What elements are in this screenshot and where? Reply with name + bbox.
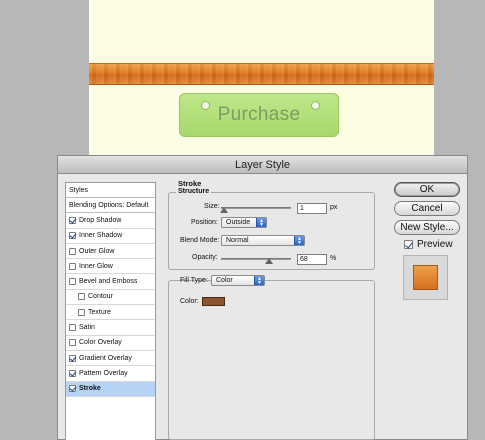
style-item-label: Bevel and Emboss [79,278,138,286]
fill-group [168,280,375,440]
opacity-input[interactable]: 68 [297,254,327,265]
style-item-checkbox[interactable] [69,247,76,255]
position-value: Outside [226,219,251,226]
size-slider[interactable] [221,207,291,209]
style-item-satin[interactable]: Satin [66,320,155,336]
size-label: Size: [204,203,220,210]
size-input[interactable]: 1 [297,203,327,214]
cancel-button[interactable]: Cancel [394,201,460,216]
preview-thumbnail [403,255,448,300]
styles-panel: Styles Blending Options: Default Drop Sh… [65,182,156,440]
position-dropdown-icon: ▲ ▼ [256,218,266,228]
preview-checkbox[interactable] [404,240,413,249]
color-label: Color: [180,298,199,305]
preview-sample [413,265,438,290]
style-item-checkbox[interactable] [69,339,76,347]
blend-mode-dropdown-icon: ▲ ▼ [294,236,304,246]
blend-mode-value: Normal [226,237,249,244]
style-item-label: Pattern Overlay [79,369,128,377]
style-item-checkbox[interactable] [69,385,76,393]
dialog-title: Layer Style [58,156,467,174]
style-item-stroke[interactable]: Stroke [66,381,155,397]
opacity-slider[interactable] [221,258,291,260]
ok-button[interactable]: OK [394,182,460,197]
size-unit: px [330,204,338,211]
style-item-label: Texture [88,308,111,316]
style-item-label: Inner Shadow [79,232,123,240]
style-item-drop-shadow[interactable]: Drop Shadow [66,213,155,229]
position-select[interactable]: Outside ▲ ▼ [221,217,267,228]
style-item-label: Outer Glow [79,247,115,255]
purchase-button-label: Purchase [217,104,301,125]
opacity-slider-thumb[interactable] [265,258,273,264]
styles-header[interactable]: Styles [66,183,155,198]
opacity-label: Opacity: [192,254,218,261]
style-item-checkbox[interactable] [69,262,76,270]
style-item-label: Inner Glow [79,262,113,270]
fill-type-dropdown-icon: ▲ ▼ [254,276,264,286]
style-item-inner-shadow[interactable]: Inner Shadow [66,229,155,244]
style-item-label: Contour [88,293,113,301]
opacity-unit: % [330,255,337,262]
fill-type-select[interactable]: Color ▲ ▼ [211,275,265,286]
wood-bar [89,63,434,85]
style-item-label: Gradient Overlay [79,354,132,362]
purchase-button[interactable]: Purchase [179,93,339,137]
button-hole-left [201,101,210,110]
style-item-gradient-overlay[interactable]: Gradient Overlay [66,351,155,367]
style-item-checkbox[interactable] [78,308,85,316]
stroke-section-title: Stroke [178,179,202,188]
fill-type-value: Color [216,277,233,284]
fill-type-label: Fill Type: [180,277,208,284]
style-item-inner-glow[interactable]: Inner Glow [66,259,155,275]
style-item-pattern-overlay[interactable]: Pattern Overlay [66,366,155,382]
style-item-checkbox[interactable] [78,293,85,301]
blend-mode-select[interactable]: Normal ▲ ▼ [221,235,305,246]
style-item-checkbox[interactable] [69,278,76,286]
size-slider-thumb[interactable] [220,207,228,213]
style-item-label: Color Overlay [79,339,122,347]
preview-label: Preview [417,239,453,250]
style-item-label: Stroke [79,385,101,393]
stroke-color-swatch[interactable] [202,297,225,306]
style-item-checkbox[interactable] [69,324,76,332]
style-item-bevel-and-emboss[interactable]: Bevel and Emboss [66,274,155,290]
style-item-color-overlay[interactable]: Color Overlay [66,336,155,351]
style-item-checkbox[interactable] [69,369,76,377]
style-item-label: Drop Shadow [79,216,122,224]
style-item-checkbox[interactable] [69,216,76,224]
preview-toggle[interactable]: Preview [404,239,453,250]
style-item-outer-glow[interactable]: Outer Glow [66,244,155,260]
style-item-texture[interactable]: Texture [66,305,155,321]
layer-style-dialog: Layer Style Styles Blending Options: Def… [57,155,468,440]
style-item-checkbox[interactable] [69,354,76,362]
style-item-contour[interactable]: Contour [66,290,155,306]
position-label: Position: [191,219,218,226]
blend-mode-label: Blend Mode: [180,237,220,244]
style-item-label: Satin [79,324,95,332]
new-style-button[interactable]: New Style... [394,220,460,235]
document-canvas: Purchase [89,0,434,158]
blending-options-item[interactable]: Blending Options: Default [66,198,155,214]
structure-title: Structure [176,188,212,195]
style-item-checkbox[interactable] [69,232,76,240]
button-hole-right [311,101,320,110]
